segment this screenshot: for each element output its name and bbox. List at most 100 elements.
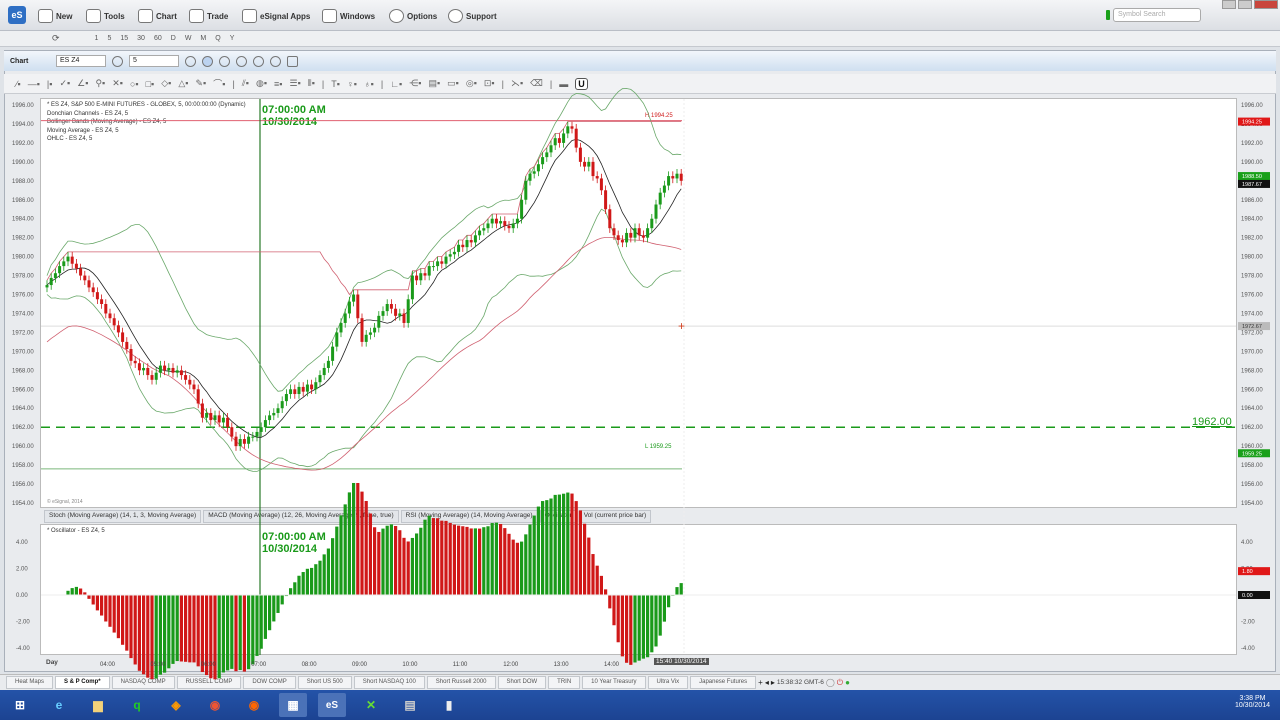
- oscillator-bar: [167, 595, 171, 669]
- candle-up: [587, 161, 591, 167]
- oscillator-bar: [415, 533, 419, 595]
- candle-down: [129, 349, 133, 361]
- price-tick-right: 1984.00: [1241, 217, 1263, 223]
- bollinger-lower: [46, 208, 682, 472]
- candle-up: [511, 223, 515, 229]
- candle-up: [268, 415, 272, 421]
- oscillator-bar: [402, 537, 406, 595]
- oscillator-bar: [79, 588, 83, 595]
- oscillator-bar: [444, 520, 448, 595]
- oscillator-bar: [234, 595, 238, 672]
- oscillator-bar: [494, 522, 498, 595]
- price-tick-right: 1974.00: [1241, 311, 1263, 317]
- oscillator-bar: [360, 491, 364, 595]
- oscillator-bar: [549, 498, 553, 595]
- candle-up: [444, 256, 448, 264]
- candle-up: [398, 313, 402, 316]
- price-tick-left: 1986.00: [12, 198, 34, 204]
- candle-down: [616, 235, 620, 241]
- candle-down: [469, 240, 473, 243]
- oscillator-bar: [667, 595, 671, 608]
- candle-up: [482, 228, 486, 231]
- price-tick-right: 1964.00: [1241, 406, 1263, 412]
- oscillator-bar: [100, 595, 104, 616]
- price-tick-right: 1992.00: [1241, 141, 1263, 147]
- candle-down: [133, 360, 137, 364]
- candle-up: [654, 204, 658, 219]
- candle-up: [352, 294, 356, 302]
- oscillator-bar: [146, 595, 150, 678]
- candle-down: [137, 363, 141, 371]
- candle-up: [347, 301, 351, 314]
- time-tick: 04:00: [100, 662, 116, 668]
- time-tick: 08:00: [302, 662, 318, 668]
- oscillator-bar: [612, 595, 616, 626]
- oscillator-bar: [268, 595, 272, 631]
- price-tick-right: 1956.00: [1241, 482, 1263, 488]
- candle-down: [629, 232, 633, 238]
- oscillator-bar: [654, 595, 658, 647]
- oscillator-bar: [326, 548, 330, 595]
- donchian-upper: [46, 121, 682, 296]
- crosshair-cursor-icon: +: [678, 319, 685, 333]
- price-tick-right: 1996.00: [1241, 103, 1263, 109]
- candle-up: [364, 334, 368, 342]
- candle-down: [415, 275, 419, 281]
- candle-down: [74, 263, 78, 269]
- candle-up: [675, 173, 679, 179]
- oscillator-bar: [410, 537, 414, 595]
- price-tick-right: 1954.00: [1241, 501, 1263, 507]
- price-tick-left: 1992.00: [12, 141, 34, 147]
- oscillator-bar: [129, 595, 133, 659]
- oscillator-bar: [662, 595, 666, 622]
- price-marker-label: 1987.67: [1242, 182, 1262, 188]
- candle-down: [389, 304, 393, 309]
- oscillator-bar: [499, 523, 503, 595]
- price-tick-left: 1978.00: [12, 274, 34, 280]
- oscillator-bar: [385, 525, 389, 595]
- price-tick-left: 1988.00: [12, 179, 34, 185]
- candle-down: [196, 389, 200, 404]
- price-marker-label: 1959.25: [1242, 451, 1262, 457]
- candle-down: [234, 436, 238, 447]
- candle-up: [431, 266, 435, 268]
- oscillator-bar: [625, 595, 629, 663]
- oscillator-bar: [604, 589, 608, 595]
- candle-down: [104, 304, 108, 314]
- candle-up: [272, 412, 276, 416]
- oscillator-bar: [570, 493, 574, 595]
- oscillator-bar: [599, 575, 603, 595]
- candle-down: [163, 365, 167, 371]
- oscillator-bar: [595, 565, 599, 595]
- candle-up: [667, 176, 671, 186]
- oscillator-bar: [226, 595, 230, 671]
- oscillator-bar: [196, 595, 200, 667]
- candle-down: [599, 178, 603, 191]
- oscillator-bar: [305, 568, 309, 595]
- oscillator-bar: [66, 590, 70, 595]
- candle-down: [230, 427, 234, 437]
- candle-up: [545, 152, 549, 158]
- candle-up: [251, 436, 255, 438]
- oscillator-bar: [482, 527, 486, 595]
- candle-down: [242, 439, 246, 444]
- oscillator-bar: [175, 595, 179, 662]
- candle-up: [465, 240, 469, 248]
- candle-up: [62, 261, 66, 267]
- price-tick-right: 1980.00: [1241, 255, 1263, 261]
- oscillator-bar: [179, 595, 183, 662]
- oscillator-bar: [532, 515, 536, 595]
- candle-up: [478, 230, 482, 236]
- candle-up: [662, 185, 666, 193]
- oscillator-bar: [263, 595, 267, 639]
- price-tick-left: 1966.00: [12, 387, 34, 393]
- candle-up: [45, 285, 49, 288]
- oscillator-bar: [511, 539, 515, 595]
- oscillator-bar: [116, 595, 120, 639]
- price-tick-left: 1994.00: [12, 122, 34, 128]
- candle-down: [301, 386, 305, 392]
- candle-up: [427, 266, 431, 276]
- oscillator-bar: [87, 595, 91, 599]
- candle-up: [305, 384, 309, 392]
- candle-down: [360, 318, 364, 342]
